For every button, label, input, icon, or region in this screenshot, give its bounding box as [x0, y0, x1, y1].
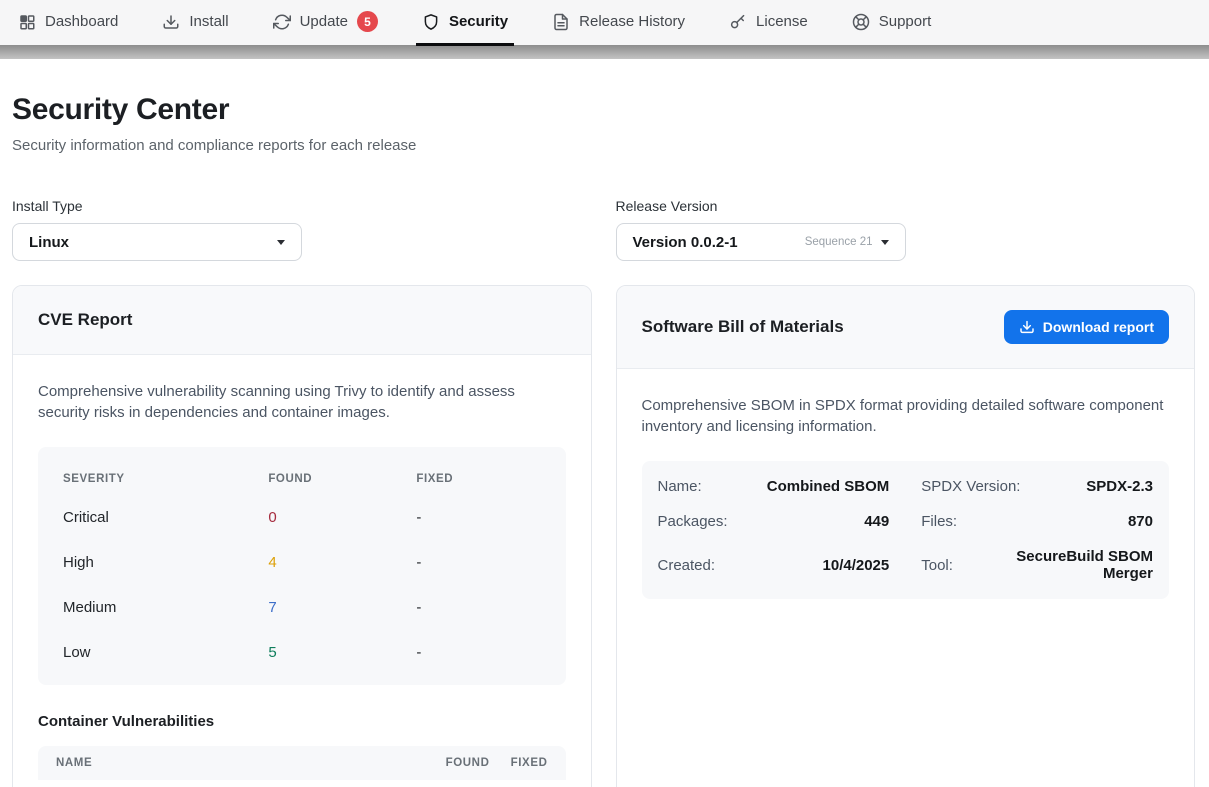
severity-label: Medium: [63, 585, 268, 630]
install-type-value: Linux: [29, 234, 269, 251]
fixed-count: -: [416, 585, 540, 630]
sbom-title: Software Bill of Materials: [642, 317, 844, 337]
table-row: Low 5 -: [63, 630, 541, 675]
sbom-description: Comprehensive SBOM in SPDX format provid…: [642, 395, 1170, 437]
nav-item-label: Support: [879, 13, 932, 30]
filters-row: Install Type Linux Release Version Versi…: [12, 198, 1195, 261]
nav-item-install[interactable]: Install: [156, 0, 234, 46]
nav-item-label: License: [756, 13, 808, 30]
severity-column-header: Severity: [63, 459, 268, 495]
sbom-detail-packages: Packages: 449: [658, 504, 890, 539]
fixed-count: -: [416, 495, 540, 540]
fixed-count: -: [416, 540, 540, 585]
fixed-column-header: Fixed: [490, 757, 548, 769]
nav-item-update[interactable]: Update 5: [267, 0, 384, 46]
severity-table: Severity Found Fixed Critical 0 -: [38, 447, 566, 685]
install-type-field: Install Type Linux: [12, 198, 592, 261]
release-version-label: Release Version: [616, 198, 1196, 214]
found-count: 0: [268, 495, 416, 540]
document-icon: [552, 13, 570, 31]
top-nav: Dashboard Install Update 5 Security: [0, 0, 1209, 45]
found-count: 7: [268, 585, 416, 630]
download-report-label: Download report: [1043, 319, 1154, 335]
sbom-body: Comprehensive SBOM in SPDX format provid…: [617, 369, 1195, 625]
cve-report-description: Comprehensive vulnerability scanning usi…: [38, 381, 566, 423]
cve-report-body: Comprehensive vulnerability scanning usi…: [13, 355, 591, 787]
nav-item-security[interactable]: Security: [416, 0, 514, 46]
detail-label: Files:: [921, 513, 957, 530]
nav-item-dashboard[interactable]: Dashboard: [12, 0, 124, 46]
severity-label: Critical: [63, 495, 268, 540]
download-icon: [162, 13, 180, 31]
detail-value: SecureBuild SBOM Merger: [965, 548, 1153, 582]
page-title: Security Center: [12, 93, 1195, 127]
download-report-button[interactable]: Download report: [1004, 310, 1169, 344]
table-row: Critical 0 -: [63, 495, 541, 540]
nav-item-license[interactable]: License: [723, 0, 814, 46]
life-buoy-icon: [852, 13, 870, 31]
nav-item-label: Update: [300, 13, 348, 30]
horizontal-scroll-band[interactable]: [0, 45, 1209, 59]
nav-item-label: Install: [189, 13, 228, 30]
table-row: Medium 7 -: [63, 585, 541, 630]
main-content: Security Center Security information and…: [0, 93, 1209, 787]
update-count-badge: 5: [357, 11, 378, 32]
found-column-header: Found: [432, 757, 490, 769]
cve-report-title: CVE Report: [38, 310, 132, 330]
cve-report-header: CVE Report: [13, 286, 591, 355]
sbom-detail-files: Files: 870: [921, 504, 1153, 539]
install-type-label: Install Type: [12, 198, 592, 214]
fixed-count: -: [416, 630, 540, 675]
detail-label: SPDX Version:: [921, 478, 1020, 495]
install-type-select[interactable]: Linux: [12, 223, 302, 261]
sbom-details-grid: Name: Combined SBOM SPDX Version: SPDX-2…: [642, 461, 1170, 599]
detail-value: 449: [864, 513, 889, 530]
found-column-header: Found: [268, 459, 416, 495]
sequence-label: Sequence 21: [805, 236, 873, 248]
detail-label: Tool:: [921, 557, 953, 574]
severity-label: High: [63, 540, 268, 585]
nav-item-release-history[interactable]: Release History: [546, 0, 691, 46]
detail-value: 10/4/2025: [823, 557, 890, 574]
fixed-column-header: Fixed: [416, 459, 540, 495]
key-icon: [729, 13, 747, 31]
detail-value: SPDX-2.3: [1086, 478, 1153, 495]
cve-report-card: CVE Report Comprehensive vulnerability s…: [12, 285, 592, 787]
severity-label: Low: [63, 630, 268, 675]
release-version-select[interactable]: Version 0.0.2-1 Sequence 21: [616, 223, 906, 261]
table-row: High 4 -: [63, 540, 541, 585]
sbom-detail-tool: Tool: SecureBuild SBOM Merger: [921, 539, 1153, 591]
detail-value: 870: [1128, 513, 1153, 530]
sbom-detail-name: Name: Combined SBOM: [658, 469, 890, 504]
container-vulnerabilities-title: Container Vulnerabilities: [38, 713, 566, 730]
page-subtitle: Security information and compliance repo…: [12, 137, 1195, 154]
chevron-down-icon: [277, 240, 285, 245]
nav-item-label: Dashboard: [45, 13, 118, 30]
cards-row: CVE Report Comprehensive vulnerability s…: [12, 285, 1195, 787]
download-icon: [1019, 319, 1035, 335]
found-count: 4: [268, 540, 416, 585]
detail-label: Packages:: [658, 513, 728, 530]
detail-label: Created:: [658, 557, 716, 574]
detail-label: Name:: [658, 478, 702, 495]
release-version-value: Version 0.0.2-1: [633, 234, 805, 251]
sbom-detail-created: Created: 10/4/2025: [658, 539, 890, 591]
name-column-header: Name: [56, 757, 432, 769]
found-count: 5: [268, 630, 416, 675]
nav-item-label: Release History: [579, 13, 685, 30]
refresh-icon: [273, 13, 291, 31]
nav-item-label: Security: [449, 13, 508, 30]
shield-icon: [422, 13, 440, 31]
detail-value: Combined SBOM: [767, 478, 890, 495]
dashboard-grid-icon: [18, 13, 36, 31]
nav-item-support[interactable]: Support: [846, 0, 938, 46]
sbom-card: Software Bill of Materials Download repo…: [616, 285, 1196, 787]
sbom-detail-spdx-version: SPDX Version: SPDX-2.3: [921, 469, 1153, 504]
chevron-down-icon: [881, 240, 889, 245]
container-vulnerabilities-table-header: Name Found Fixed: [38, 746, 566, 780]
release-version-field: Release Version Version 0.0.2-1 Sequence…: [616, 198, 1196, 261]
sbom-header: Software Bill of Materials Download repo…: [617, 286, 1195, 369]
